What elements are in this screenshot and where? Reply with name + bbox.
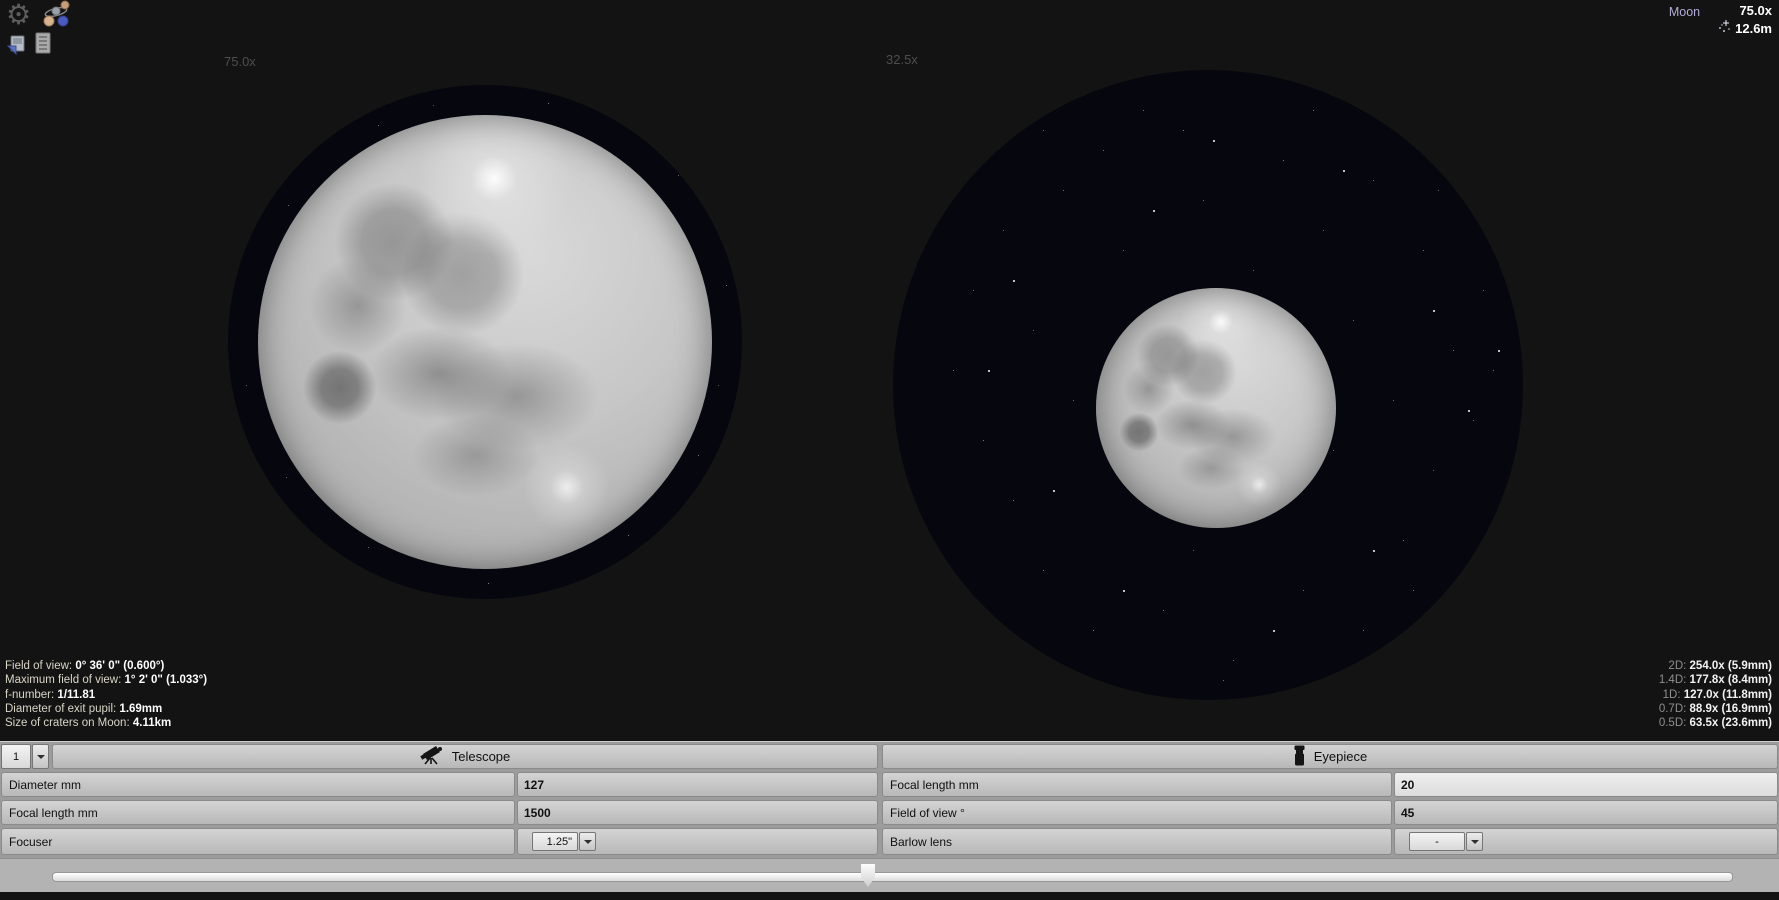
- focuser-cell: 1.25": [517, 828, 878, 855]
- barlow-lens-label: Barlow lens: [882, 828, 1392, 855]
- hud-target-name: Moon: [1669, 5, 1700, 19]
- left-view-magnification-label: 75.0x: [224, 54, 256, 69]
- telescope-diameter-label: Diameter mm: [1, 772, 515, 797]
- focuser-select-value[interactable]: 1.25": [532, 832, 578, 851]
- field-row: Focal length mm 1500: [1, 800, 878, 825]
- stat-row: 2D: 254.0x (5.9mm): [1659, 659, 1772, 673]
- magnification-stats-right: 2D: 254.0x (5.9mm) 1.4D: 177.8x (8.4mm) …: [1659, 659, 1772, 730]
- stat-row: 0.7D: 88.9x (16.9mm): [1659, 702, 1772, 716]
- solar-system-icon[interactable]: [42, 0, 72, 33]
- stat-row: Diameter of exit pupil: 1.69mm: [5, 702, 207, 716]
- moon-image: [1096, 288, 1336, 528]
- stat-row: Maximum field of view: 1° 2' 0" (1.033°): [5, 673, 207, 687]
- eyepiece-panel: Eyepiece Focal length mm 20 Field of vie…: [882, 744, 1778, 858]
- telescope-focal-length-field[interactable]: 1500: [517, 800, 878, 825]
- telescope-header-row: 1 Telescope: [1, 744, 878, 769]
- field-row: Barlow lens -: [882, 828, 1778, 855]
- telescope-panel: 1 Telescope Diameter m: [1, 744, 878, 858]
- eyepiece-fov-label: Field of view °: [882, 800, 1392, 825]
- hud-values: 75.0x 12.6m: [1717, 3, 1772, 38]
- star-field: [228, 85, 229, 86]
- field-row: Focal length mm 20: [882, 772, 1778, 797]
- config-selector-value[interactable]: 1: [1, 744, 31, 769]
- toolbar: ⚙: [4, 0, 94, 62]
- optical-stats-left: Field of view: 0° 36' 0" (0.600°) Maximu…: [5, 659, 207, 730]
- export-image-icon[interactable]: [6, 34, 28, 61]
- eyepiece-title: Eyepiece: [1314, 749, 1367, 764]
- slider-row: [0, 858, 1779, 892]
- focuser-label: Focuser: [1, 828, 515, 855]
- field-row: Field of view ° 45: [882, 800, 1778, 825]
- eyepiece-focal-length-field[interactable]: 20: [1394, 772, 1778, 797]
- star-field: [893, 70, 895, 72]
- moon-image: [258, 115, 712, 569]
- fov-view-low-magnification[interactable]: [893, 70, 1523, 700]
- focuser-select[interactable]: 1.25": [532, 832, 596, 851]
- barlow-lens-select[interactable]: -: [1409, 832, 1483, 851]
- chevron-down-icon[interactable]: [579, 832, 596, 851]
- stat-row: 0.5D: 63.5x (23.6mm): [1659, 716, 1772, 730]
- eyepiece-fov-field[interactable]: 45: [1394, 800, 1778, 825]
- control-panel: 1 Telescope Diameter m: [0, 741, 1779, 892]
- eyepiece-header: Eyepiece: [882, 744, 1778, 769]
- fov-view-high-magnification[interactable]: [228, 85, 742, 599]
- config-selector[interactable]: 1: [1, 744, 49, 769]
- stat-row: 1D: 127.0x (11.8mm): [1659, 688, 1772, 702]
- chevron-down-icon[interactable]: [32, 744, 49, 769]
- magnification-slider-track[interactable]: [52, 872, 1733, 882]
- hud-magnification: 75.0x: [1717, 3, 1772, 19]
- telescope-fov-simulator: ⚙ Moon 75.0x: [0, 0, 1779, 900]
- stat-row: 1.4D: 177.8x (8.4mm): [1659, 673, 1772, 687]
- field-row: Diameter mm 127: [1, 772, 878, 797]
- telescope-icon: [420, 745, 444, 768]
- telescope-focal-length-label: Focal length mm: [1, 800, 515, 825]
- telescope-header: Telescope: [52, 744, 878, 769]
- stat-row: Size of craters on Moon: 4.11km: [5, 716, 207, 730]
- stat-row: f-number: 1/11.81: [5, 688, 207, 702]
- barlow-lens-cell: -: [1394, 828, 1778, 855]
- eyepiece-icon: [1293, 745, 1306, 769]
- eyepiece-focal-length-label: Focal length mm: [882, 772, 1392, 797]
- report-icon[interactable]: [32, 32, 54, 61]
- hud-target-info: Moon 75.0x 12.6m: [1669, 3, 1772, 38]
- magnification-slider-thumb[interactable]: [861, 864, 875, 887]
- right-view-magnification-label: 32.5x: [886, 52, 918, 67]
- star-cluster-icon: [1717, 19, 1733, 38]
- field-row: Focuser 1.25": [1, 828, 878, 855]
- stat-row: Field of view: 0° 36' 0" (0.600°): [5, 659, 207, 673]
- eyepiece-header-row: Eyepiece: [882, 744, 1778, 769]
- settings-icon[interactable]: ⚙: [6, 0, 31, 32]
- telescope-title: Telescope: [452, 749, 511, 764]
- hud-true-field-size: 12.6m: [1735, 21, 1772, 37]
- barlow-lens-select-value[interactable]: -: [1409, 832, 1465, 851]
- telescope-diameter-field[interactable]: 127: [517, 772, 878, 797]
- chevron-down-icon[interactable]: [1466, 832, 1483, 851]
